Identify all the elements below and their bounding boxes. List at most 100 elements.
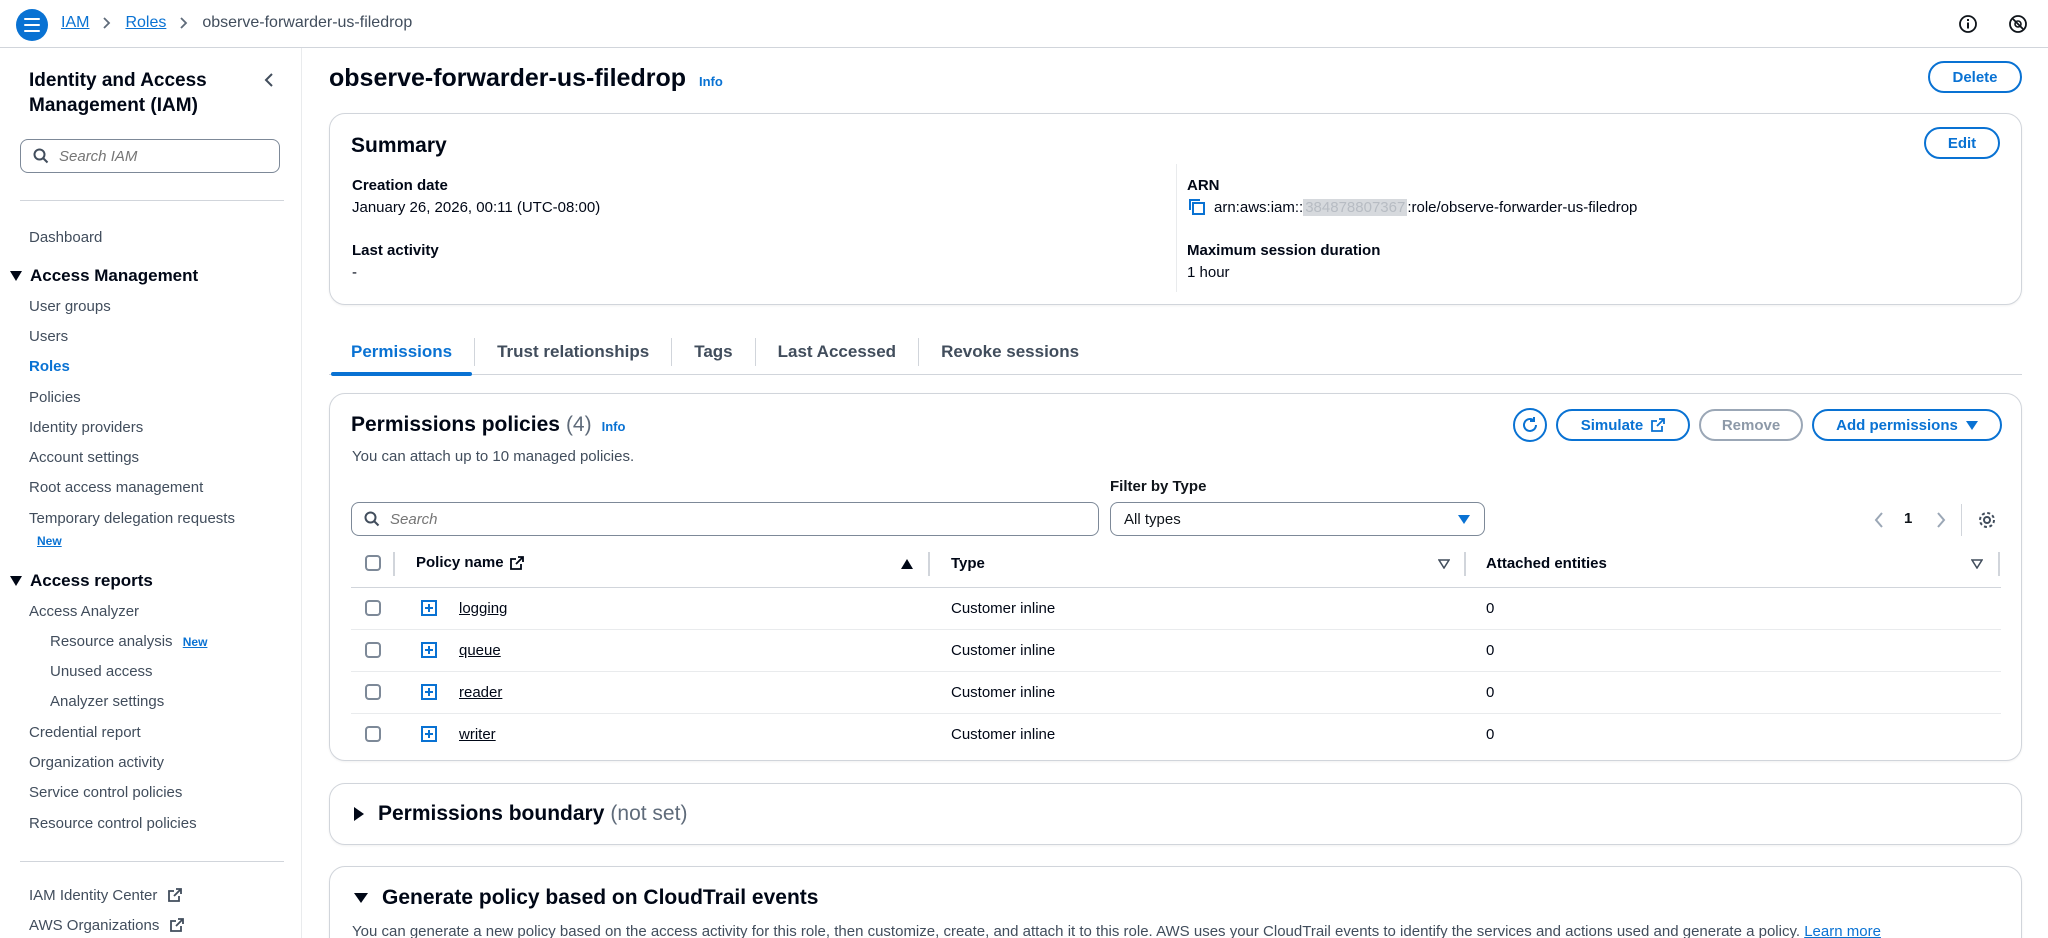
policy-type: Customer inline [951,642,1056,659]
breadcrumb-iam[interactable]: IAM [61,14,89,32]
add-permissions-button[interactable]: Add permissions [1812,409,2002,441]
sidebar-item-temporary-delegation-requests[interactable]: Temporary delegation requests [29,510,235,527]
sidebar-section-access-management[interactable]: Access Management [10,266,198,286]
sort-icon[interactable] [1971,559,1983,569]
sidebar-item-policies[interactable]: Policies [29,389,81,406]
column-type[interactable]: Type [951,555,985,572]
table-row: writer Customer inline 0 [351,714,2001,756]
attached-entities: 0 [1486,684,1495,701]
sidebar-item-resource-analysis[interactable]: Resource analysis New [50,633,207,650]
breadcrumb-roles[interactable]: Roles [125,14,166,32]
caret-right-icon [354,807,364,821]
remove-button[interactable]: Remove [1699,409,1803,441]
chevron-right-icon [180,17,188,29]
sidebar-item-aws-organizations[interactable]: AWS Organizations [29,917,184,934]
sort-icon[interactable] [1438,559,1450,569]
column-policy-name[interactable]: Policy name [416,554,524,571]
divider [20,861,284,862]
sidebar-item-users[interactable]: Users [29,328,68,345]
policy-search-input[interactable] [390,510,990,528]
tab-permissions[interactable]: Permissions [329,330,474,376]
policy-name-link[interactable]: queue [459,642,501,659]
sidebar-item-service-control-policies[interactable]: Service control policies [29,784,182,801]
max-session-value: 1 hour [1187,264,1230,281]
sidebar-title[interactable]: Identity and Access Management (IAM) [29,68,259,118]
sidebar-item-roles[interactable]: Roles [29,358,70,375]
summary-heading: Summary [351,134,447,157]
next-page-icon[interactable] [1936,512,1946,528]
menu-icon[interactable] [16,9,48,41]
sidebar-search-input[interactable] [59,147,259,165]
policy-name-link[interactable]: logging [459,600,507,617]
info-link[interactable]: Info [602,419,626,434]
row-checkbox[interactable] [365,600,381,616]
sidebar-item-root-access-management[interactable]: Root access management [29,479,203,496]
settings-gear-icon[interactable] [1977,510,1997,530]
notifications-off-icon[interactable] [2008,14,2028,34]
sidebar-item-resource-control-policies[interactable]: Resource control policies [29,815,197,832]
sidebar-item-user-groups[interactable]: User groups [29,298,111,315]
tab-revoke-sessions[interactable]: Revoke sessions [919,330,1101,375]
collapse-sidebar-icon[interactable] [262,72,276,88]
arn-value: arn:aws:iam:: 384878807367:role/observe-f… [1188,198,1637,216]
filter-by-type-select[interactable]: All types [1110,502,1485,536]
sidebar: Identity and Access Management (IAM) Das… [0,48,302,938]
simulate-button[interactable]: Simulate [1556,409,1690,441]
external-link-icon [509,555,524,570]
cloudtrail-description: You can generate a new policy based on t… [352,923,1881,938]
permissions-boundary-header[interactable]: Permissions boundary (not set) [354,802,687,826]
page-title: observe-forwarder-us-filedrop Info [329,64,723,92]
policy-search[interactable] [351,502,1099,536]
permissions-boundary-panel[interactable]: Permissions boundary (not set) [329,783,2022,845]
sort-ascending-icon[interactable] [901,559,913,569]
row-checkbox[interactable] [365,726,381,742]
previous-page-icon[interactable] [1874,512,1884,528]
expand-icon[interactable] [421,684,437,700]
row-checkbox[interactable] [365,684,381,700]
table-row: logging Customer inline 0 [351,588,2001,630]
delete-button[interactable]: Delete [1928,61,2022,93]
summary-divider [1176,164,1177,292]
expand-icon[interactable] [421,642,437,658]
row-checkbox[interactable] [365,642,381,658]
caret-down-icon [354,893,368,903]
sidebar-item-analyzer-settings[interactable]: Analyzer settings [50,693,164,710]
tab-tags[interactable]: Tags [672,330,754,375]
last-activity-value: - [352,264,357,281]
info-link[interactable]: Info [699,74,723,89]
expand-icon[interactable] [421,726,437,742]
policy-name-link[interactable]: reader [459,684,502,701]
new-badge: New [37,534,62,548]
breadcrumb-current: observe-forwarder-us-filedrop [202,14,413,31]
tab-last-accessed[interactable]: Last Accessed [756,330,918,375]
sidebar-item-account-settings[interactable]: Account settings [29,449,139,466]
info-circle-icon[interactable] [1958,14,1978,34]
caret-down-icon [10,271,22,281]
policy-type: Customer inline [951,600,1056,617]
sidebar-item-dashboard[interactable]: Dashboard [29,229,102,246]
page-number[interactable]: 1 [1904,510,1912,527]
cloudtrail-header[interactable]: Generate policy based on CloudTrail even… [354,886,818,910]
tab-trust-relationships[interactable]: Trust relationships [475,330,671,375]
sidebar-item-unused-access[interactable]: Unused access [50,663,153,680]
search-icon [33,148,49,164]
select-all-checkbox[interactable] [365,555,381,571]
sidebar-item-access-analyzer[interactable]: Access Analyzer [29,603,139,620]
caret-down-icon [1965,420,1978,430]
sidebar-search[interactable] [20,139,280,173]
expand-icon[interactable] [421,600,437,616]
sidebar-section-access-reports[interactable]: Access reports [10,571,153,591]
policy-name-link[interactable]: writer [459,726,496,743]
sidebar-item-iam-identity-center[interactable]: IAM Identity Center [29,887,182,904]
boundary-status: (not set) [610,802,688,825]
sidebar-item-identity-providers[interactable]: Identity providers [29,419,143,436]
learn-more-link[interactable]: Learn more [1804,923,1881,938]
refresh-icon[interactable] [1513,408,1547,442]
copy-icon[interactable] [1188,198,1206,216]
divider [20,200,284,201]
sidebar-item-credential-report[interactable]: Credential report [29,724,141,741]
cloudtrail-panel: Generate policy based on CloudTrail even… [329,866,2022,938]
column-attached-entities[interactable]: Attached entities [1486,555,1607,572]
sidebar-item-organization-activity[interactable]: Organization activity [29,754,164,771]
edit-button[interactable]: Edit [1924,127,2000,159]
